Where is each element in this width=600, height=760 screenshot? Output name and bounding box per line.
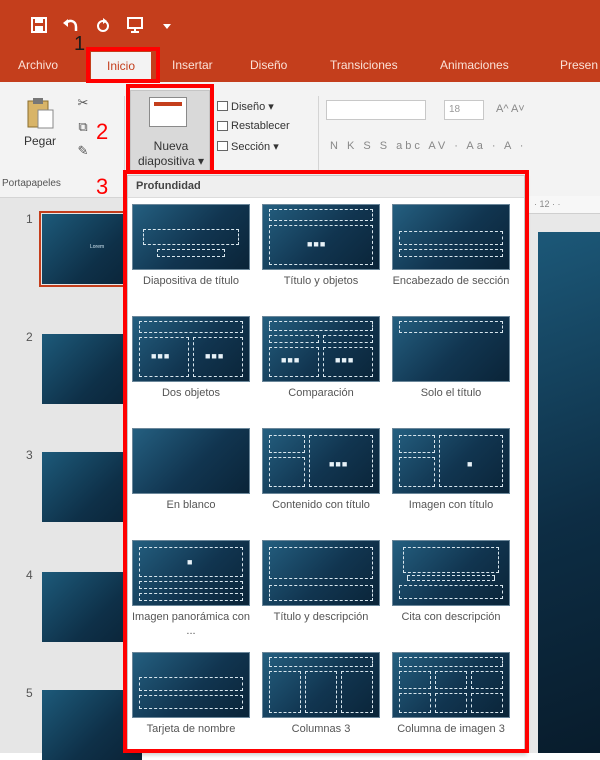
cut-icon[interactable]: ✂	[74, 94, 92, 112]
copy-icon[interactable]: ⧉	[74, 118, 92, 136]
start-presentation-icon[interactable]	[126, 16, 144, 34]
clipboard-group-label: Portapapeles	[2, 178, 61, 189]
font-format-buttons[interactable]: N K S S abc AV · Aa · A ·	[330, 140, 526, 152]
redo-icon[interactable]	[94, 16, 112, 34]
slide-number: 4	[26, 568, 33, 582]
font-size-select[interactable]: 18	[444, 100, 484, 120]
grow-shrink-font-buttons[interactable]: A^ A˅	[496, 103, 525, 115]
paste-label: Pegar	[23, 134, 57, 148]
annotation-box-3	[123, 170, 529, 753]
slide-number: 1	[26, 212, 33, 226]
tab-diseno[interactable]: Diseño	[250, 58, 287, 72]
tab-transiciones[interactable]: Transiciones	[330, 58, 398, 72]
section-button-label: Sección ▾	[231, 140, 279, 153]
customize-toolbar-icon[interactable]	[158, 16, 176, 34]
current-slide[interactable]	[538, 232, 600, 753]
undo-icon[interactable]	[62, 16, 80, 34]
slide-thumb-text: Lorem	[90, 244, 105, 250]
reset-button[interactable]: Restablecer	[217, 116, 290, 136]
section-icon	[217, 141, 228, 151]
slide-layout-group: Diseño ▾ Restablecer Sección ▾	[217, 96, 290, 156]
title-bar	[0, 0, 600, 50]
slide-number: 3	[26, 448, 33, 462]
annotation-number-2: 2	[96, 119, 109, 144]
annotation-number-1: 1	[74, 33, 86, 55]
tab-presentacion[interactable]: Presen	[560, 58, 598, 72]
section-button[interactable]: Sección ▾	[217, 136, 290, 156]
annotation-number-3: 3	[96, 174, 109, 199]
quick-access-toolbar	[30, 16, 176, 34]
tab-insertar[interactable]: Insertar	[172, 58, 213, 72]
slide-number: 2	[26, 330, 33, 344]
font-family-select[interactable]	[326, 100, 426, 120]
horizontal-ruler: · 12 · ·	[520, 196, 600, 214]
paste-icon	[25, 96, 55, 132]
paste-button[interactable]: Pegar	[20, 96, 60, 148]
tab-animaciones[interactable]: Animaciones	[440, 58, 509, 72]
slide-number: 5	[26, 686, 33, 700]
layout-icon	[217, 101, 228, 111]
ribbon-separator	[124, 96, 125, 170]
save-icon[interactable]	[30, 16, 48, 34]
reset-button-label: Restablecer	[231, 120, 290, 132]
ribbon-separator	[318, 96, 319, 170]
annotation-box-2	[126, 84, 214, 174]
layout-button-label: Diseño ▾	[231, 100, 274, 113]
layout-button[interactable]: Diseño ▾	[217, 96, 290, 116]
annotation-box-1	[86, 47, 160, 83]
tab-archivo[interactable]: Archivo	[18, 58, 58, 72]
reset-icon	[217, 121, 228, 131]
format-painter-icon[interactable]: ✎	[74, 142, 92, 160]
